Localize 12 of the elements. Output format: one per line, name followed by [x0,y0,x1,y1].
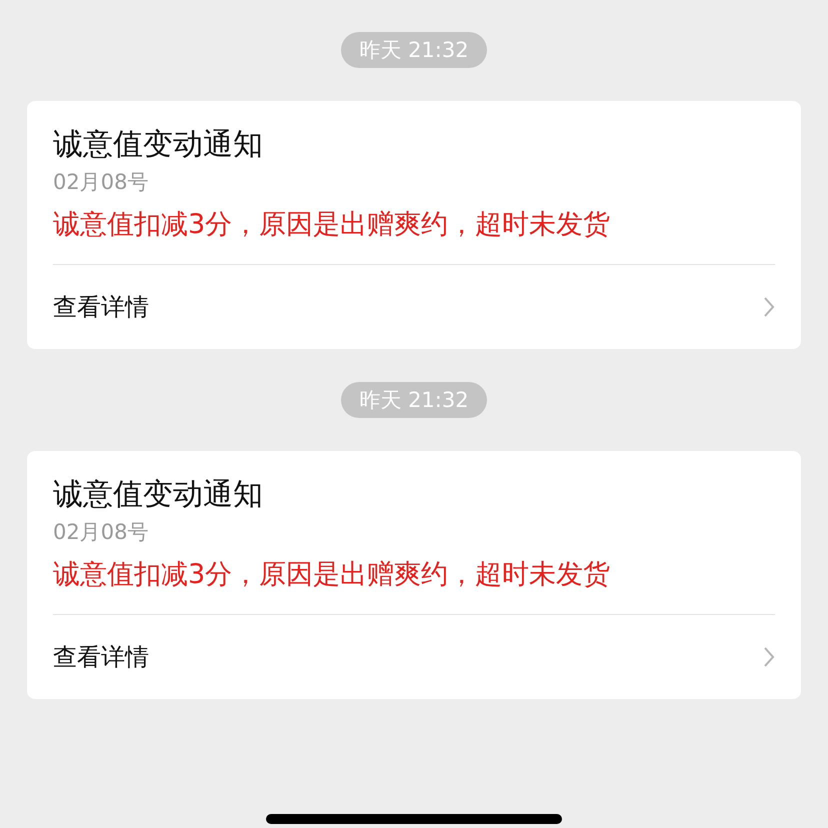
view-details-link[interactable]: 查看详情 [53,641,149,673]
chevron-right-icon [763,296,775,318]
card-date: 02月08号 [53,169,150,196]
card-date: 02月08号 [53,519,150,546]
chevron-right-icon [763,646,775,668]
card-title: 诚意值变动通知 [53,476,264,514]
card-content: 诚意值扣减3分，原因是出赠爽约，超时未发货 [53,208,612,242]
card-content: 诚意值扣减3分，原因是出赠爽约，超时未发货 [53,558,612,592]
timestamp: 昨天 21:32 [341,32,487,68]
timestamp: 昨天 21:32 [341,382,487,418]
card-title: 诚意值变动通知 [53,126,264,164]
view-details-link[interactable]: 查看详情 [53,291,149,323]
